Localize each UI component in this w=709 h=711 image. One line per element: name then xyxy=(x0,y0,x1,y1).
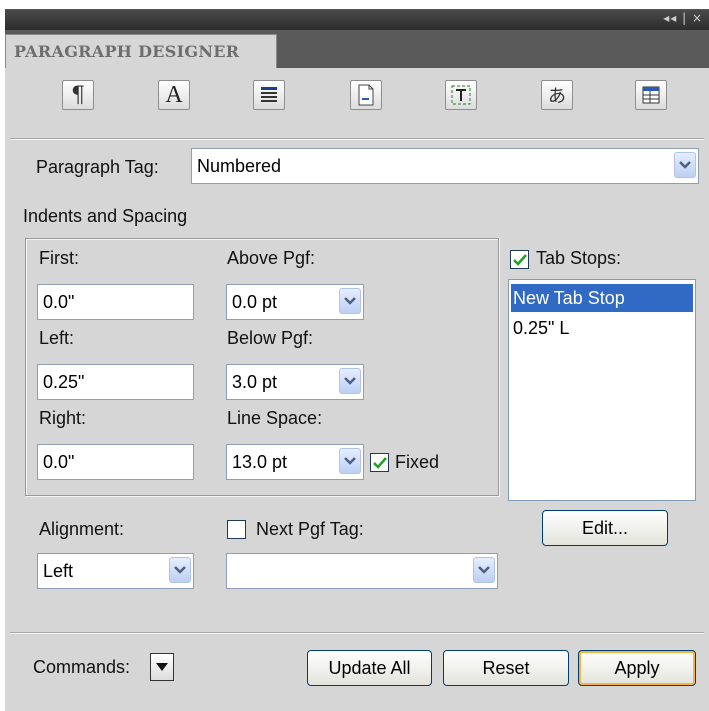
paragraph-mark-icon: ¶ xyxy=(71,82,85,108)
collapse-close-controls[interactable]: ◂◂ | × xyxy=(663,11,703,25)
alignment-value: Left xyxy=(43,561,74,581)
reset-button[interactable]: Reset xyxy=(443,650,569,686)
paragraph-designer-window: ◂◂ | × PARAGRAPH DESIGNER ¶ A あ Paragrap… xyxy=(0,0,709,711)
panel-body: ¶ A あ Paragraph Tag: Numbered Indents an… xyxy=(5,68,709,711)
below-pgf-value: 3.0 pt xyxy=(232,372,278,392)
chevron-down-icon[interactable] xyxy=(339,288,361,314)
footer-divider xyxy=(10,632,704,634)
below-pgf-label: Below Pgf: xyxy=(227,328,314,348)
table-icon xyxy=(642,86,660,104)
triangle-down-icon xyxy=(156,663,168,671)
numbering-button[interactable] xyxy=(350,80,382,110)
asian-character-icon: あ xyxy=(548,86,566,107)
fixed-checkbox[interactable] xyxy=(370,453,389,472)
text-lines-icon xyxy=(261,87,277,102)
chevron-down-icon[interactable] xyxy=(169,557,191,583)
tab-title: PARAGRAPH DESIGNER xyxy=(14,42,240,61)
basic-properties-button[interactable]: ¶ xyxy=(62,80,94,110)
right-indent-label: Right: xyxy=(39,408,87,428)
checkmark-icon xyxy=(372,456,387,469)
page-icon xyxy=(358,84,374,106)
paragraph-tag-value: Numbered xyxy=(197,156,282,176)
advanced-button[interactable] xyxy=(445,80,477,110)
next-pgf-tag-select[interactable] xyxy=(226,553,498,589)
indents-spacing-heading: Indents and Spacing xyxy=(23,206,188,226)
list-item[interactable]: New Tab Stop xyxy=(511,284,693,312)
commands-label: Commands: xyxy=(33,657,131,677)
line-space-value: 13.0 pt xyxy=(232,452,288,472)
paragraph-tag-label: Paragraph Tag: xyxy=(36,157,159,177)
line-space-label: Line Space: xyxy=(227,408,323,428)
tab-stops-label: Tab Stops: xyxy=(536,248,622,268)
below-pgf-select[interactable]: 3.0 pt xyxy=(226,364,364,400)
line-space-select[interactable]: 13.0 pt xyxy=(226,444,364,480)
next-pgf-tag-checkbox[interactable] xyxy=(227,520,246,539)
asian-button[interactable]: あ xyxy=(541,80,573,110)
chevron-down-icon[interactable] xyxy=(674,152,696,178)
apply-button[interactable]: Apply xyxy=(578,650,696,686)
tab-stops-list[interactable]: New Tab Stop 0.25" L xyxy=(508,279,696,501)
list-item[interactable]: 0.25" L xyxy=(511,314,693,342)
tab-stops-checkbox[interactable] xyxy=(510,250,529,269)
font-letter-icon: A xyxy=(165,81,183,108)
next-pgf-tag-label: Next Pgf Tag: xyxy=(256,519,364,539)
above-pgf-value: 0.0 pt xyxy=(232,292,278,312)
chevron-down-icon[interactable] xyxy=(339,368,361,394)
table-cell-button[interactable] xyxy=(635,80,667,110)
text-frame-icon xyxy=(451,85,471,105)
tab-paragraph-designer[interactable]: PARAGRAPH DESIGNER xyxy=(5,34,277,68)
commands-menu-button[interactable] xyxy=(150,653,174,681)
checkmark-icon xyxy=(512,253,527,266)
default-font-button[interactable]: A xyxy=(158,80,190,110)
first-indent-field[interactable]: 0.0" xyxy=(37,284,194,320)
left-indent-field[interactable]: 0.25" xyxy=(37,364,194,400)
pagination-button[interactable] xyxy=(253,80,285,110)
first-indent-label: First: xyxy=(39,248,79,268)
edit-tab-stop-button[interactable]: Edit... xyxy=(542,510,668,546)
chevron-down-icon[interactable] xyxy=(339,448,361,474)
right-indent-field[interactable]: 0.0" xyxy=(37,444,194,480)
above-pgf-select[interactable]: 0.0 pt xyxy=(226,284,364,320)
above-pgf-label: Above Pgf: xyxy=(227,248,316,268)
toolbar-divider xyxy=(10,138,704,140)
alignment-label: Alignment: xyxy=(39,519,125,539)
fixed-label: Fixed xyxy=(395,452,440,472)
paragraph-tag-select[interactable]: Numbered xyxy=(191,148,699,184)
alignment-select[interactable]: Left xyxy=(37,553,194,589)
left-indent-label: Left: xyxy=(39,328,75,348)
panel-title-bar: ◂◂ | × xyxy=(5,9,709,31)
chevron-down-icon[interactable] xyxy=(473,557,495,583)
update-all-button[interactable]: Update All xyxy=(307,650,432,686)
tab-strip: PARAGRAPH DESIGNER xyxy=(5,30,709,68)
